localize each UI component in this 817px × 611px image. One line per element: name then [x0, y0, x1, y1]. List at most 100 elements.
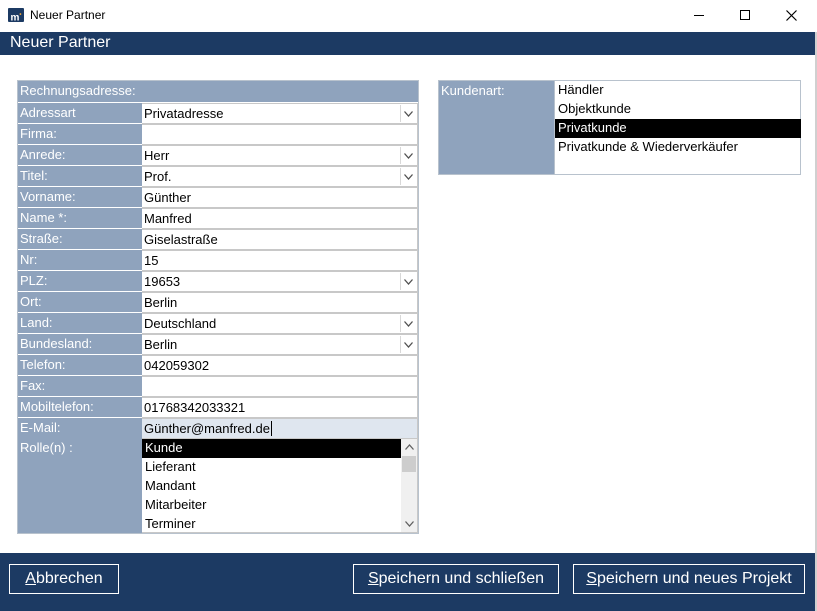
input-mobiltelefon[interactable]: 01768342033321 [142, 397, 418, 418]
field-label-adressart: Adressart [18, 103, 142, 124]
role-item[interactable]: Mitarbeiter [142, 496, 402, 515]
field-label-land: Land: [18, 313, 142, 334]
field-row-name: Name *: Manfred [18, 208, 418, 229]
field-row-land: Land: Deutschland [18, 313, 418, 334]
field-row-fax: Fax: [18, 376, 418, 397]
scroll-up-icon[interactable] [401, 439, 417, 455]
input-name[interactable]: Manfred [142, 208, 418, 229]
chevron-down-icon[interactable] [400, 273, 416, 290]
input-telefon[interactable]: 042059302 [142, 355, 418, 376]
cancel-button[interactable]: Abbrechen [9, 564, 119, 594]
role-item[interactable]: Mandant [142, 477, 402, 496]
field-label-straße: Straße: [18, 229, 142, 250]
scroll-down-icon[interactable] [401, 516, 417, 532]
chevron-down-icon[interactable] [400, 336, 416, 353]
input-fax[interactable] [142, 376, 418, 397]
field-row-vorname: Vorname: Günther [18, 187, 418, 208]
input-email[interactable]: Günther@manfred.de [142, 418, 418, 439]
dropdown-adressart[interactable]: Privatadresse [142, 103, 418, 124]
chevron-down-icon[interactable] [400, 105, 416, 122]
field-value-titel: Prof. [144, 169, 172, 184]
roles-label: Rolle(n) : [18, 438, 142, 533]
field-value-land: Deutschland [144, 316, 217, 331]
customer-type-item[interactable]: Objektkunde [555, 100, 801, 119]
field-row-email: E-Mail: Günther@manfred.de [18, 418, 418, 439]
field-value-mobiltelefon: 01768342033321 [144, 400, 246, 415]
save-and-new-project-button[interactable]: Speichern und neues Projekt [573, 564, 805, 594]
dropdown-titel[interactable]: Prof. [142, 166, 418, 187]
minimize-button[interactable] [676, 0, 722, 30]
dropdown-plz[interactable]: 19653 [142, 271, 418, 292]
field-label-ort: Ort: [18, 292, 142, 313]
customer-type-item[interactable]: Privatkunde & Wiederverkäufer [555, 138, 801, 157]
chevron-down-icon[interactable] [400, 147, 416, 164]
chevron-down-icon[interactable] [400, 315, 416, 332]
customer-type-item[interactable]: Privatkunde [555, 119, 801, 138]
save-close-accel: S [367, 570, 379, 587]
input-vorname[interactable]: Günther [142, 187, 418, 208]
window-title: Neuer Partner [30, 8, 106, 22]
chevron-down-icon[interactable] [400, 168, 416, 185]
field-row-straße: Straße: Giselastraße [18, 229, 418, 250]
text-caret [270, 421, 272, 436]
field-label-plz: PLZ: [18, 271, 142, 292]
maximize-button[interactable] [722, 0, 768, 30]
roles-scrollbar[interactable] [401, 439, 417, 532]
field-value-name: Manfred [144, 211, 192, 226]
roles-listbox[interactable]: Kunde Lieferant Mandant Mitarbeiter Terminer [142, 438, 418, 533]
customer-type-listbox[interactable]: Händler Objektkunde Privatkunde Privatkunde… [554, 81, 801, 174]
field-value-vorname: Günther [144, 190, 191, 205]
field-value-bundesland: Berlin [144, 337, 178, 352]
footer-bar: Abbrechen Speichern und schließen Speich… [0, 553, 815, 611]
role-item[interactable]: Lieferant [142, 458, 402, 477]
field-value-ort: Berlin [144, 295, 178, 310]
input-ort[interactable]: Berlin [142, 292, 418, 313]
field-row-telefon: Telefon: 042059302 [18, 355, 418, 376]
field-label-bundesland: Bundesland: [18, 334, 142, 355]
field-label-fax: Fax: [18, 376, 142, 397]
field-row-ort: Ort: Berlin [18, 292, 418, 313]
input-firma[interactable] [142, 124, 418, 145]
dropdown-bundesland[interactable]: Berlin [142, 334, 418, 355]
field-value-plz: 19653 [144, 274, 181, 289]
role-item[interactable]: Kunde [142, 439, 402, 458]
field-row-bundesland: Bundesland: Berlin [18, 334, 418, 355]
dropdown-land[interactable]: Deutschland [142, 313, 418, 334]
input-nr[interactable]: 15 [142, 250, 418, 271]
field-row-mobiltelefon: Mobiltelefon: 01768342033321 [18, 397, 418, 418]
field-value-telefon: 042059302 [144, 358, 210, 373]
field-value-email: Günther@manfred.de [144, 421, 270, 436]
save-close-label: peichern und schließen [378, 570, 545, 587]
page-title: Neuer Partner [10, 34, 111, 51]
field-row-titel: Titel: Prof. [18, 166, 418, 187]
field-label-nr: Nr: [18, 250, 142, 271]
field-label-mobiltelefon: Mobiltelefon: [18, 397, 142, 418]
scrollbar-thumb[interactable] [402, 456, 416, 472]
close-button[interactable] [768, 0, 814, 30]
field-row-adressart: Adressart Privatadresse [18, 103, 418, 124]
field-row-plz: PLZ: 19653 [18, 271, 418, 292]
input-straße[interactable]: Giselastraße [142, 229, 418, 250]
save-new-accel: S [586, 570, 597, 587]
app-window: m• Neuer Partner Neuer Partner Rechnungs… [0, 0, 817, 611]
field-label-telefon: Telefon: [18, 355, 142, 376]
header-band: Neuer Partner [0, 32, 815, 55]
billing-address-form: Rechnungsadresse: Adressart Privatadresse… [17, 80, 419, 534]
field-label-name: Name *: [18, 208, 142, 229]
field-value-straße: Giselastraße [144, 232, 218, 247]
customer-type-item[interactable]: Händler [555, 81, 801, 100]
dropdown-anrede[interactable]: Herr [142, 145, 418, 166]
save-and-close-button[interactable]: Speichern und schließen [353, 564, 559, 594]
field-label-anrede: Anrede: [18, 145, 142, 166]
field-label-firma: Firma: [18, 124, 142, 145]
field-row-firma: Firma: [18, 124, 418, 145]
field-value-nr: 15 [144, 253, 159, 268]
save-new-label: peichern und neues Projekt [596, 570, 792, 587]
role-item[interactable]: Terminer [142, 515, 402, 534]
field-value-adressart: Privatadresse [144, 106, 224, 121]
app-logo-icon: m• [8, 8, 24, 23]
maximize-icon [740, 10, 750, 20]
field-row-anrede: Anrede: Herr [18, 145, 418, 166]
close-icon [785, 9, 797, 21]
customer-type-panel: Kundenart: Händler Objektkunde Privatkunde… [438, 80, 801, 175]
